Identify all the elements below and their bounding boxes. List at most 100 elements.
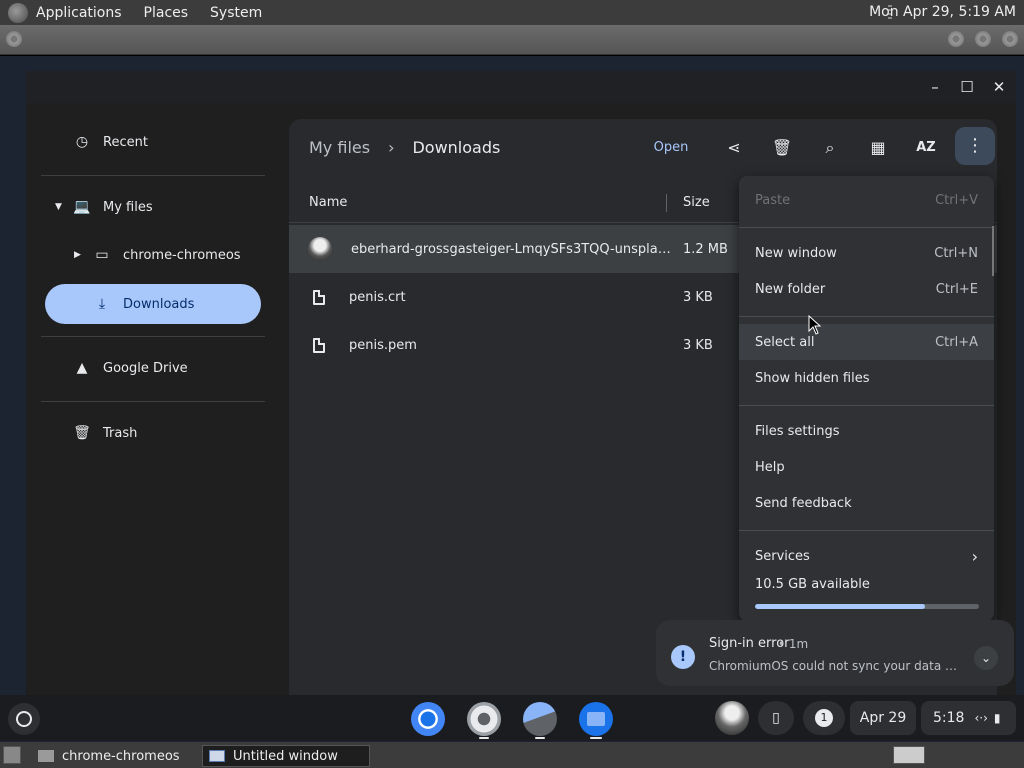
taskbar-item-chrome-chromeos[interactable]: chrome-chromeos: [32, 745, 198, 767]
shelf-time: 5:18: [933, 710, 965, 726]
chevron-right-icon: ›: [971, 546, 978, 566]
sidebar-divider: [41, 336, 265, 337]
notification-toast[interactable]: ! Sign-in error • 1m ChromiumOS could no…: [656, 620, 1014, 686]
clock-icon: ◷: [75, 134, 89, 150]
file-name: penis.crt: [349, 289, 406, 305]
menu-item-send-feedback[interactable]: Send feedback: [739, 485, 994, 521]
menu-item-label: Services: [755, 548, 810, 564]
menu-item-shortcut: Ctrl+E: [935, 281, 978, 297]
sidebar-item-label: Google Drive: [103, 360, 188, 376]
chromeos-shelf: ▯ 1 Apr 29 5:18 ‹·› ▮: [0, 695, 1024, 741]
sidebar-item-trash[interactable]: 🗑 Trash: [41, 413, 261, 453]
network-icon: ‹·›: [974, 711, 988, 725]
sidebar-item-chrome-chromeos[interactable]: ▶ ▭ chrome-chromeos: [41, 235, 261, 275]
grid-view-icon[interactable]: ▦: [860, 133, 896, 163]
search-icon[interactable]: ⌕: [812, 133, 848, 163]
settings-icon[interactable]: [467, 702, 501, 736]
column-header-name[interactable]: Name: [309, 195, 347, 210]
folder-icon: ▭: [95, 247, 109, 263]
maximize-icon[interactable]: ☐: [956, 77, 978, 97]
notification-counter[interactable]: 1: [803, 701, 845, 735]
places-menu[interactable]: Places: [144, 5, 189, 21]
menu-item-label: Paste: [755, 192, 791, 208]
menu-item-help[interactable]: Help: [739, 449, 994, 485]
chevron-down-icon[interactable]: ⌄: [974, 646, 998, 670]
delete-icon[interactable]: 🗑: [764, 133, 800, 163]
window-menu-icon[interactable]: [6, 31, 22, 47]
show-desktop-icon[interactable]: [3, 746, 21, 764]
menu-item-services[interactable]: Services ›: [739, 538, 994, 574]
launcher-icon[interactable]: [8, 703, 40, 735]
chrome-icon[interactable]: [411, 702, 445, 736]
system-menu[interactable]: System: [210, 5, 262, 21]
file-name: eberhard-grossgasteiger-LmqySFs3TQQ-unsp…: [351, 241, 671, 257]
breadcrumb-root[interactable]: My files: [309, 138, 370, 157]
outer-window-titlebar[interactable]: [0, 25, 1024, 55]
notification-time: • 1m: [778, 637, 809, 651]
taskbar-item-untitled-window[interactable]: Untitled window: [202, 745, 370, 767]
outer-close-icon[interactable]: [1002, 31, 1018, 47]
menu-item-paste[interactable]: Paste Ctrl+V: [739, 182, 994, 218]
minimize-icon[interactable]: –: [924, 77, 946, 97]
running-indicator: [479, 737, 489, 739]
status-tray[interactable]: 5:18 ‹·› ▮: [921, 701, 1016, 735]
sidebar-item-downloads[interactable]: ⤓ Downloads: [45, 284, 261, 324]
file-size: 3 KB: [683, 289, 713, 305]
sidebar-item-label: chrome-chromeos: [123, 247, 241, 263]
alert-icon: !: [671, 645, 695, 669]
menu-divider: [739, 530, 994, 531]
menu-item-label: Files settings: [755, 423, 840, 439]
google-drive-icon: ▲: [76, 360, 88, 376]
menu-item-label: Help: [755, 459, 785, 475]
menu-item-select-all[interactable]: Select all Ctrl+A: [739, 324, 994, 360]
share-icon[interactable]: ⋖: [716, 133, 752, 163]
open-button[interactable]: Open: [645, 133, 697, 163]
file-icon: [313, 337, 325, 353]
menu-item-new-window[interactable]: New window Ctrl+N: [739, 235, 994, 271]
close-icon[interactable]: ✕: [988, 77, 1010, 97]
app-titlebar[interactable]: – ☐ ✕: [26, 71, 1016, 103]
task-label: chrome-chromeos: [62, 748, 180, 764]
sidebar-item-label: Downloads: [123, 296, 195, 312]
holding-space-thumbnail[interactable]: [715, 701, 749, 735]
download-icon: ⤓: [98, 296, 106, 312]
storage-usage-fill: [755, 604, 926, 609]
menu-item-shortcut: Ctrl+V: [935, 192, 978, 208]
workspace-switcher[interactable]: [893, 746, 925, 764]
sidebar-item-my-files[interactable]: ▼ 💻 My files: [41, 187, 261, 227]
running-indicator: [590, 737, 602, 739]
menu-item-shortcut: Ctrl+N: [934, 245, 978, 261]
column-resize-handle[interactable]: [666, 194, 667, 212]
more-options-icon[interactable]: ⋮: [955, 127, 995, 165]
menu-scrollbar[interactable]: [992, 226, 994, 276]
file-icon: [313, 289, 325, 305]
sidebar-item-recent[interactable]: ◷ Recent: [41, 122, 261, 162]
collapse-triangle-icon[interactable]: ▶: [74, 250, 81, 260]
menu-item-files-settings[interactable]: Files settings: [739, 413, 994, 449]
applications-menu[interactable]: Applications: [36, 5, 122, 21]
phone-hub-icon[interactable]: ▯: [758, 701, 794, 735]
column-header-size[interactable]: Size: [683, 195, 710, 210]
notification-body: ChromiumOS could not sync your data beca…: [709, 659, 959, 673]
sidebar-item-google-drive[interactable]: ▲ Google Drive: [41, 348, 261, 388]
laptop-icon: 💻: [73, 199, 91, 215]
sort-icon[interactable]: AZ: [908, 133, 944, 163]
expand-triangle-icon[interactable]: ▼: [55, 202, 62, 212]
panel-clock[interactable]: Mon Apr 29, 5:19 AM: [869, 4, 1016, 20]
sidebar-divider: [41, 175, 265, 176]
sidebar-item-label: My files: [103, 199, 153, 215]
outer-maximize-icon[interactable]: [975, 31, 991, 47]
date-tray[interactable]: Apr 29: [850, 701, 916, 735]
battery-icon: ▮: [993, 711, 1001, 725]
outer-minimize-icon[interactable]: [948, 31, 964, 47]
file-name: penis.pem: [349, 337, 417, 353]
menu-item-show-hidden-files[interactable]: Show hidden files: [739, 360, 994, 396]
gnome-logo-icon[interactable]: [8, 2, 28, 23]
menu-item-new-folder[interactable]: New folder Ctrl+E: [739, 271, 994, 307]
menu-item-label: Select all: [755, 334, 815, 350]
gallery-icon[interactable]: [523, 702, 557, 736]
mouse-cursor-icon: [808, 315, 822, 335]
menu-divider: [739, 405, 994, 406]
breadcrumb-current[interactable]: Downloads: [412, 138, 500, 157]
trash-icon: 🗑: [73, 425, 91, 441]
